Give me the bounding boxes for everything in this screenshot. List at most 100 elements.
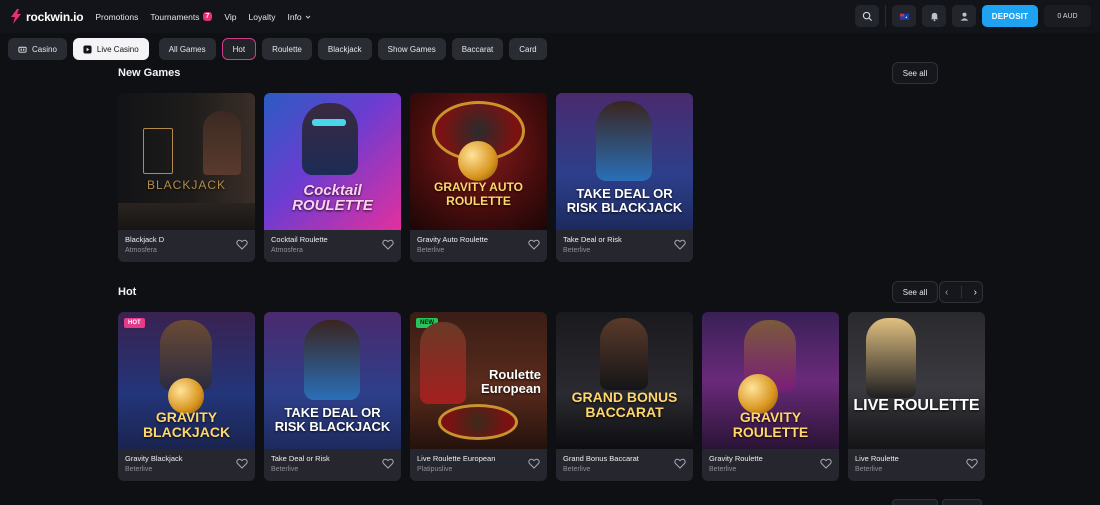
pager-prev-button[interactable]: ‹ — [945, 287, 948, 298]
top-navigation-bar: rockwin.io Promotions Tournaments 7 Vip … — [0, 0, 1100, 33]
thumbnail-title: TAKE DEAL OR RISK BLACKJACK — [566, 186, 683, 216]
game-meta: Live Roulette European Platipuslive — [417, 454, 495, 473]
thumbnail-title: Cocktail ROULETTE — [292, 182, 373, 214]
favorite-heart-icon[interactable] — [820, 458, 832, 469]
pager-next-button[interactable]: › — [974, 287, 977, 298]
game-card[interactable]: TAKE DEAL OR RISK BLACKJACK Take Deal or… — [264, 312, 401, 481]
logo[interactable]: rockwin.io — [10, 9, 84, 24]
thumbnail-title: GRAVITY BLACKJACK — [142, 409, 231, 440]
dealer-figure — [420, 322, 466, 404]
gravity-ball — [738, 374, 778, 414]
table-surface — [118, 203, 255, 230]
new-games-see-all-button[interactable]: See all — [892, 62, 938, 84]
game-provider: Beterlive — [417, 247, 445, 254]
search-button[interactable] — [855, 5, 879, 27]
thumbnail-title: LIVE ROULETTE — [853, 397, 980, 414]
game-card[interactable]: LIVE ROULETTE Live Roulette Beterlive — [848, 312, 985, 481]
game-card[interactable]: GRAVITY ROULETTE Gravity Roulette Beterl… — [702, 312, 839, 481]
nav-tournaments-label: Tournaments — [150, 11, 200, 22]
game-name: Live Roulette — [855, 454, 899, 463]
favorite-heart-icon[interactable] — [528, 458, 540, 469]
game-meta: Gravity Auto Roulette Beterlive — [417, 235, 488, 254]
hot-see-all-button[interactable]: See all — [892, 281, 938, 303]
user-icon — [960, 12, 968, 21]
game-card[interactable]: TAKE DEAL OR RISK BLACKJACK Take Deal or… — [556, 93, 693, 262]
game-thumbnail: HOT GRAVITY BLACKJACK — [118, 312, 255, 449]
tab-live-casino-label: Live Casino — [96, 44, 139, 54]
filter-card[interactable]: Card — [509, 38, 547, 60]
favorite-heart-icon[interactable] — [966, 458, 978, 469]
game-thumbnail: Cocktail ROULETTE — [264, 93, 401, 230]
game-card[interactable]: Cocktail ROULETTE Cocktail Roulette Atmo… — [264, 93, 401, 262]
filter-blackjack[interactable]: Blackjack — [317, 38, 372, 60]
category-filters: Casino Live Casino All Games Hot Roulett… — [8, 38, 547, 60]
next-section-pager[interactable] — [942, 499, 982, 505]
dealer-figure — [304, 320, 360, 400]
filter-show-games[interactable]: Show Games — [377, 38, 446, 60]
profile-button[interactable] — [952, 5, 976, 27]
game-provider: Atmosfera — [125, 247, 157, 254]
game-name: Live Roulette European — [417, 454, 496, 463]
game-card[interactable]: GRAVITY AUTO ROULETTE Gravity Auto Roule… — [410, 93, 547, 262]
game-provider: Beterlive — [563, 466, 591, 473]
filter-all-games[interactable]: All Games — [158, 38, 216, 60]
filter-roulette[interactable]: Roulette — [262, 38, 312, 60]
game-meta: Gravity Roulette Beterlive — [709, 454, 763, 473]
section-title-new-games: New Games — [118, 67, 181, 79]
game-name: Blackjack D — [125, 235, 165, 244]
filter-baccarat[interactable]: Baccarat — [451, 38, 504, 60]
bell-icon — [930, 12, 938, 21]
dealer-figure — [600, 318, 648, 390]
game-meta: Take Deal or Risk Beterlive — [271, 454, 330, 473]
favorite-heart-icon[interactable] — [674, 239, 686, 250]
game-card[interactable]: NEW Roulette European Live Roulette Euro… — [410, 312, 547, 481]
nav-vip[interactable]: Vip — [224, 12, 236, 22]
game-thumbnail: LIVE ROULETTE — [848, 312, 985, 449]
game-name: Gravity Blackjack — [125, 454, 183, 463]
language-button[interactable] — [892, 5, 916, 27]
favorite-heart-icon[interactable] — [528, 239, 540, 250]
nav-tournaments[interactable]: Tournaments 7 — [150, 11, 213, 22]
favorite-heart-icon[interactable] — [674, 458, 686, 469]
lightning-logo-icon — [11, 9, 21, 24]
nav-info-dropdown[interactable]: Info — [287, 11, 311, 22]
game-meta: Blackjack D Atmosfera — [125, 235, 164, 254]
nav-loyalty[interactable]: Loyalty — [249, 12, 276, 22]
brand-name: rockwin.io — [26, 9, 84, 24]
filter-hot[interactable]: Hot — [221, 38, 257, 60]
game-card[interactable]: GRAND BONUS BACCARAT Grand Bonus Baccara… — [556, 312, 693, 481]
dealer-figure — [596, 101, 652, 181]
game-name: Gravity Roulette — [709, 454, 763, 463]
next-section-see-all-button[interactable] — [892, 499, 938, 505]
game-meta: Take Deal or Risk Beterlive — [563, 235, 622, 254]
nav-vip-label: Vip — [224, 11, 237, 22]
nav-promotions-label: Promotions — [95, 11, 139, 22]
game-name: Take Deal or Risk — [563, 235, 622, 244]
thumbnail-title: TAKE DEAL OR RISK BLACKJACK — [274, 405, 391, 435]
favorite-heart-icon[interactable] — [382, 239, 394, 250]
search-icon — [862, 11, 872, 21]
nav-info-label: Info — [287, 11, 302, 22]
game-card[interactable]: BLACKJACK Blackjack D Atmosfera — [118, 93, 255, 262]
hot-games-row: HOT GRAVITY BLACKJACK Gravity Blackjack … — [118, 312, 985, 481]
roulette-wheel — [438, 404, 518, 440]
balance-display[interactable]: 0 AUD — [1044, 5, 1091, 27]
game-name: Take Deal or Risk — [271, 454, 330, 463]
game-card[interactable]: HOT GRAVITY BLACKJACK Gravity Blackjack … — [118, 312, 255, 481]
section-title-hot: Hot — [118, 286, 137, 298]
favorite-heart-icon[interactable] — [236, 458, 248, 469]
game-thumbnail: TAKE DEAL OR RISK BLACKJACK — [556, 93, 693, 230]
main-nav: Promotions Tournaments 7 Vip Loyalty Inf… — [95, 11, 311, 22]
favorite-heart-icon[interactable] — [382, 458, 394, 469]
australia-flag-icon — [899, 13, 909, 20]
notifications-button[interactable] — [922, 5, 946, 27]
deposit-button[interactable]: DEPOSIT — [982, 5, 1038, 27]
tab-live-casino[interactable]: Live Casino — [72, 38, 149, 60]
tab-casino[interactable]: Casino — [8, 38, 67, 60]
game-name: Grand Bonus Baccarat — [563, 454, 639, 463]
game-thumbnail: GRAVITY ROULETTE — [702, 312, 839, 449]
game-provider: Beterlive — [855, 466, 883, 473]
nav-promotions[interactable]: Promotions — [95, 12, 138, 22]
dealer-figure — [866, 318, 916, 398]
favorite-heart-icon[interactable] — [236, 239, 248, 250]
